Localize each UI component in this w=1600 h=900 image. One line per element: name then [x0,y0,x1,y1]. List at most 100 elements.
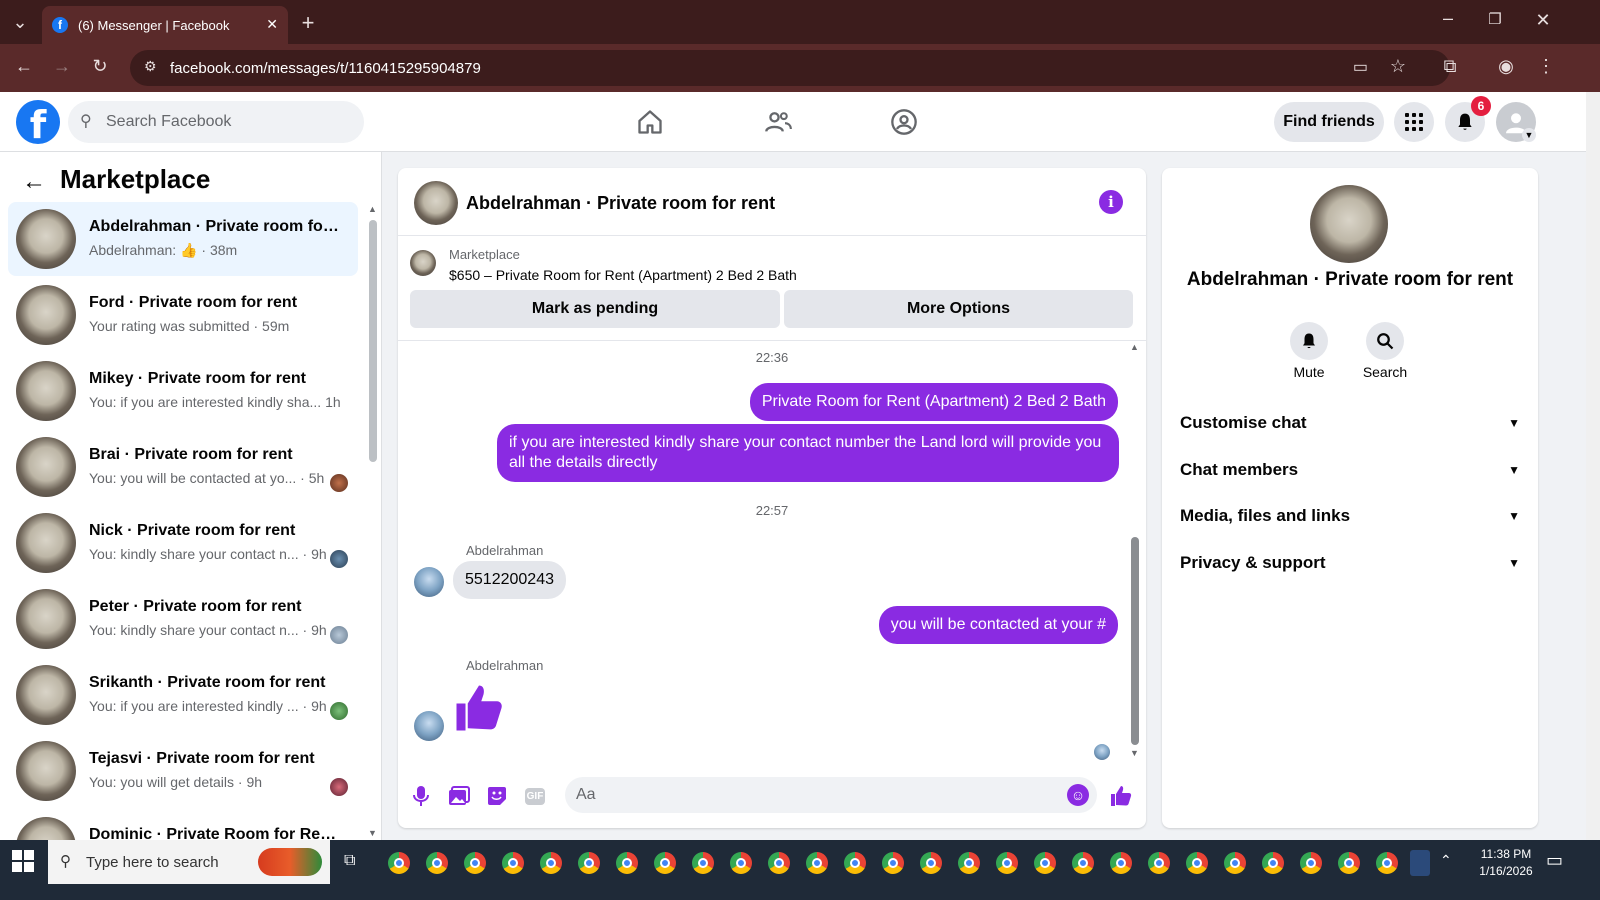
chat-title[interactable]: Abdelrahman · Private room for rent [466,193,775,214]
conversation-item[interactable]: Ford · Private room for rent Your rating… [8,278,358,352]
browser-menu-icon[interactable]: ⋮ [1534,56,1558,77]
send-thumbs-up-icon[interactable] [1108,783,1134,809]
tab-search-chevron-icon[interactable]: ⌄ [8,12,32,33]
sender-avatar[interactable] [414,711,444,741]
media-files-links-row[interactable]: Media, files and links ▼ [1180,501,1520,531]
app-taskbar-icon[interactable] [1410,850,1430,876]
chrome-taskbar-icon[interactable] [958,852,980,874]
groups-icon[interactable] [884,104,924,140]
new-tab-icon[interactable]: + [296,10,320,36]
incoming-message[interactable]: 5512200243 [453,561,566,599]
gif-icon[interactable]: GIF [522,783,548,809]
chrome-taskbar-icon[interactable] [1338,852,1360,874]
more-options-button[interactable]: More Options [784,290,1133,328]
chrome-taskbar-icon[interactable] [1224,852,1246,874]
friends-icon[interactable] [758,104,798,140]
conversation-item[interactable]: Srikanth · Private room for rent You: if… [8,658,358,732]
chrome-taskbar-icon[interactable] [1034,852,1056,874]
chrome-taskbar-icon[interactable] [1376,852,1398,874]
conversation-item[interactable]: Peter · Private room for rent You: kindl… [8,582,358,656]
url-bar[interactable]: ⚙ facebook.com/messages/t/11604152959048… [130,50,1450,86]
chat-scroll-down-icon[interactable]: ▼ [1130,748,1139,758]
find-friends-button[interactable]: Find friends [1274,102,1384,142]
chrome-taskbar-icon[interactable] [920,852,942,874]
chrome-taskbar-icon[interactable] [578,852,600,874]
chrome-taskbar-icon[interactable] [996,852,1018,874]
chrome-taskbar-icon[interactable] [1300,852,1322,874]
chrome-taskbar-icon[interactable] [768,852,790,874]
microphone-icon[interactable] [408,783,434,809]
scroll-up-icon[interactable]: ▲ [368,204,377,214]
chrome-taskbar-icon[interactable] [540,852,562,874]
chat-scrollbar[interactable] [1131,537,1139,745]
outgoing-message[interactable]: you will be contacted at your # [878,606,1118,644]
menu-grid-icon[interactable] [1394,102,1434,142]
chrome-taskbar-icon[interactable] [692,852,714,874]
scroll-down-icon[interactable]: ▼ [368,828,377,838]
back-arrow-icon[interactable]: ← [22,168,46,196]
photo-icon[interactable] [446,783,472,809]
chrome-taskbar-icon[interactable] [1072,852,1094,874]
outgoing-message[interactable]: Private Room for Rent (Apartment) 2 Bed … [749,383,1118,421]
chrome-taskbar-icon[interactable] [806,852,828,874]
forward-icon[interactable]: → [50,56,74,77]
chrome-taskbar-icon[interactable] [882,852,904,874]
thumbs-up-sticker-icon[interactable] [452,680,506,741]
emoji-icon[interactable]: ☺ [1067,784,1089,806]
chrome-taskbar-icon[interactable] [502,852,524,874]
notification-center-icon[interactable]: ▭ [1546,850,1563,871]
info-icon[interactable]: i [1099,190,1123,214]
conversation-item[interactable]: Mikey · Private room for rent You: if yo… [8,354,358,428]
facebook-logo-icon[interactable]: f [16,100,60,147]
reload-icon[interactable]: ↻ [88,56,112,77]
chrome-taskbar-icon[interactable] [844,852,866,874]
sticker-icon[interactable] [484,783,510,809]
conversation-item[interactable]: Nick · Private room for rent You: kindly… [8,506,358,580]
bookmark-star-icon[interactable]: ☆ [1390,56,1406,77]
chrome-taskbar-icon[interactable] [464,852,486,874]
facebook-search-input[interactable]: ⚲ Search Facebook [68,101,364,143]
conversation-item[interactable]: Tejasvi · Private room for rent You: you… [8,734,358,808]
message-input[interactable]: Aa ☺ [565,777,1097,813]
sidebar-scrollbar[interactable] [369,220,377,462]
task-view-icon[interactable]: ⧉ [344,852,355,870]
account-chevron-icon[interactable]: ▼ [1522,128,1536,142]
chrome-taskbar-icon[interactable] [1148,852,1170,874]
chrome-taskbar-icon[interactable] [1186,852,1208,874]
outgoing-message[interactable]: if you are interested kindly share your … [497,424,1119,482]
conversation-item[interactable]: Brai · Private room for rent You: you wi… [8,430,358,504]
taskbar-clock[interactable]: 11:38 PM 1/16/2026 [1478,846,1534,880]
chrome-taskbar-icon[interactable] [1262,852,1284,874]
page-scrollbar[interactable] [1586,92,1600,840]
details-avatar[interactable] [1310,185,1388,263]
browser-tab[interactable]: f (6) Messenger | Facebook ✕ [42,6,288,44]
listing-title[interactable]: $650 – Private Room for Rent (Apartment)… [449,267,797,283]
privacy-support-row[interactable]: Privacy & support ▼ [1180,548,1520,578]
profile-icon[interactable]: ◉ [1494,56,1518,77]
restore-icon[interactable]: ❐ [1483,10,1507,28]
chrome-taskbar-icon[interactable] [616,852,638,874]
close-window-icon[interactable]: ✕ [1531,10,1555,31]
conversation-item[interactable]: Abdelrahman · Private room for ... Abdel… [8,202,358,276]
sender-avatar[interactable] [414,567,444,597]
tray-chevron-icon[interactable]: ⌃ [1440,852,1452,869]
mark-as-pending-button[interactable]: Mark as pending [410,290,780,328]
chat-scroll-up-icon[interactable]: ▲ [1130,342,1139,352]
chrome-taskbar-icon[interactable] [426,852,448,874]
back-icon[interactable]: ← [12,56,36,77]
install-app-icon[interactable]: ▭ [1353,57,1368,77]
site-info-icon[interactable]: ⚙ [144,58,157,75]
close-tab-icon[interactable]: ✕ [266,16,278,33]
chrome-taskbar-icon[interactable] [388,852,410,874]
home-icon[interactable] [630,104,670,140]
mute-button[interactable] [1290,322,1328,360]
customise-chat-row[interactable]: Customise chat ▼ [1180,408,1520,438]
chat-avatar[interactable] [414,181,458,225]
conversation-item[interactable]: Dominic · Private Room for Rent... [8,810,358,840]
chrome-taskbar-icon[interactable] [1110,852,1132,874]
extensions-icon[interactable]: ⧉ [1438,56,1462,77]
chrome-taskbar-icon[interactable] [654,852,676,874]
chrome-taskbar-icon[interactable] [730,852,752,874]
taskbar-search-input[interactable]: ⚲ Type here to search [48,840,330,884]
minimize-icon[interactable]: – [1436,8,1460,29]
